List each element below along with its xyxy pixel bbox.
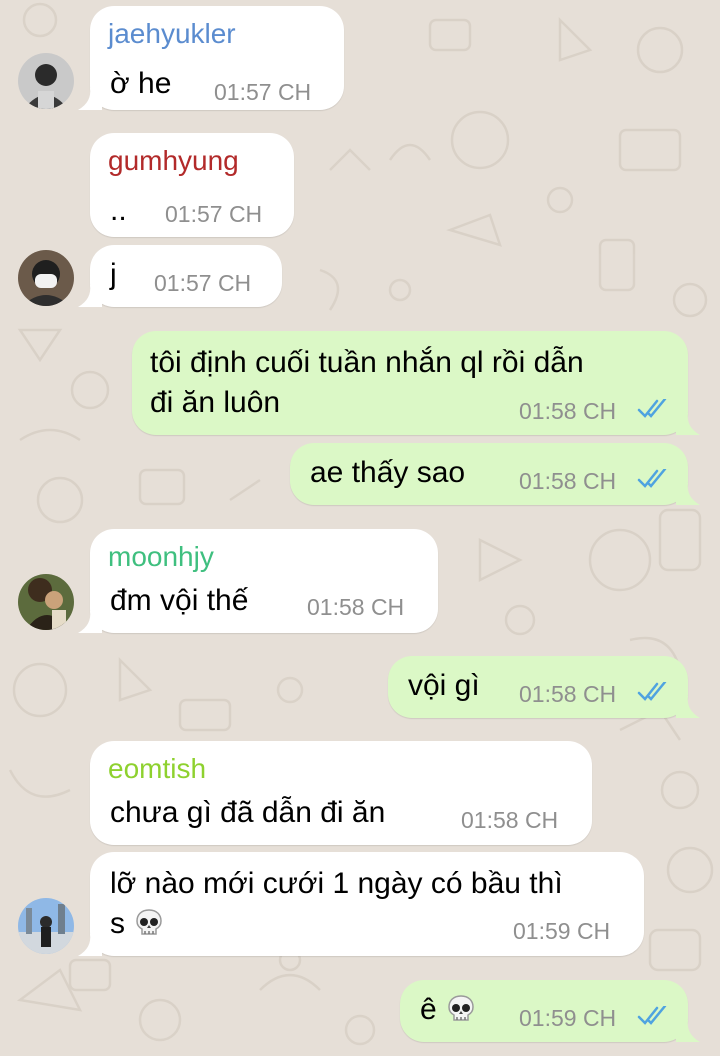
message-bubble[interactable]: ê 01:59 CH (400, 980, 700, 1042)
bubble-tail (676, 1020, 700, 1042)
message-text: đm vội thế (110, 584, 249, 617)
avatar-moonhjy[interactable] (18, 574, 74, 630)
message-text: chưa gì đã dẫn đi ăn (110, 796, 386, 829)
message-bubble[interactable]: j 01:57 CH (78, 245, 282, 307)
read-receipt-icon (637, 1006, 667, 1025)
message-time: 01:57 CH (154, 270, 252, 296)
message-text-line2: s (110, 904, 165, 944)
message-bubble[interactable]: ae thấy sao 01:58 CH (290, 443, 700, 505)
bubble-tail (676, 413, 700, 435)
message-text: ờ he (110, 67, 172, 100)
message-text: vội gì (408, 669, 480, 702)
message-text: j (110, 258, 117, 291)
message-bubble[interactable]: jaehyukler ờ he 01:57 CH (78, 6, 344, 110)
skull-emoji-icon (136, 909, 162, 935)
sender-name[interactable]: gumhyung (108, 145, 239, 177)
message-time: 01:58 CH (307, 594, 405, 620)
message-time: 01:58 CH (519, 468, 617, 494)
message-time: 01:57 CH (214, 79, 312, 105)
message-text: đi ăn luôn (150, 386, 281, 419)
bubble-tail (676, 696, 700, 718)
message-text: ê (420, 993, 437, 1026)
bubble-tail (78, 934, 102, 956)
bubble-tail (676, 483, 700, 505)
message-bubble[interactable]: lỡ nào mới cưới 1 ngày có bầu thì s 01:5… (78, 852, 644, 956)
bubble-tail (78, 285, 102, 307)
read-receipt-icon (637, 469, 667, 488)
message-bubble[interactable]: eomtish chưa gì đã dẫn đi ăn 01:58 CH (90, 741, 592, 845)
read-receipt-icon (637, 399, 667, 418)
skull-emoji-icon (447, 995, 474, 1021)
sender-name[interactable]: eomtish (108, 753, 206, 785)
bubble-tail (78, 611, 102, 633)
message-text: ae thấy sao (310, 456, 466, 489)
message-text: .. (110, 194, 127, 227)
read-receipt-icon (637, 682, 667, 701)
message-text-line: ê (420, 990, 477, 1030)
avatar-user-4[interactable] (18, 898, 74, 954)
message-bubble[interactable]: tôi định cuối tuần nhắn ql rồi dẫn đi ăn… (132, 331, 700, 435)
avatar-user-2[interactable] (18, 250, 74, 306)
message-time: 01:58 CH (519, 681, 617, 707)
message-time: 01:57 CH (165, 201, 263, 227)
message-text: tôi định cuối tuần nhắn ql rồi dẫn (150, 346, 584, 379)
message-text: s (110, 907, 125, 940)
avatar-jaehyukler[interactable] (18, 53, 74, 109)
sender-name[interactable]: moonhjy (108, 541, 214, 573)
message-time: 01:59 CH (513, 918, 611, 944)
message-time: 01:58 CH (461, 807, 559, 833)
message-time: 01:59 CH (519, 1005, 617, 1031)
message-bubble[interactable]: vội gì 01:58 CH (388, 656, 700, 718)
message-bubble[interactable]: gumhyung .. 01:57 CH (90, 133, 294, 237)
sender-name[interactable]: jaehyukler (108, 18, 236, 50)
message-text: lỡ nào mới cưới 1 ngày có bầu thì (110, 867, 563, 900)
message-bubble[interactable]: moonhjy đm vội thế 01:58 CH (78, 529, 438, 633)
message-time: 01:58 CH (519, 398, 617, 424)
bubble-tail (78, 88, 102, 110)
